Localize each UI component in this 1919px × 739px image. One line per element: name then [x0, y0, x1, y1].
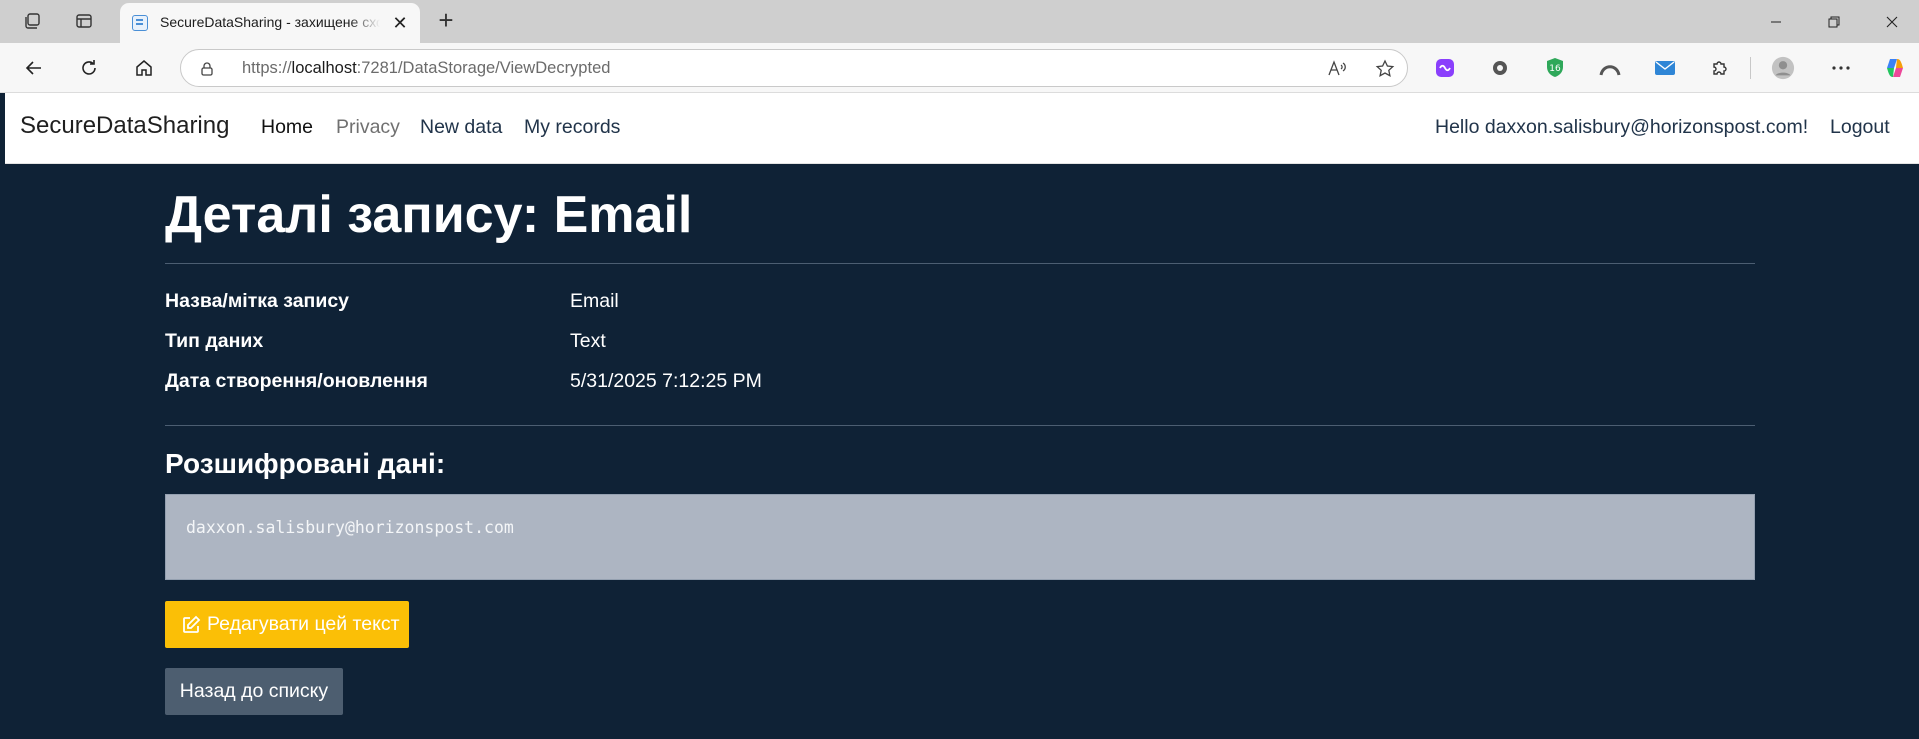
restore-button[interactable] — [1811, 0, 1857, 43]
extension-mail-icon[interactable] — [1653, 56, 1677, 80]
address-bar[interactable]: https://localhost:7281/DataStorage/ViewD… — [180, 49, 1408, 87]
label-created-updated: Дата створення/оновлення — [165, 370, 428, 392]
read-aloud-icon[interactable] — [1327, 58, 1349, 80]
site-info-lock-icon[interactable] — [196, 58, 218, 80]
workspaces-icon[interactable] — [21, 10, 43, 32]
logout-link[interactable]: Logout — [1830, 116, 1890, 139]
back-arrow-icon[interactable] — [22, 56, 46, 80]
copilot-icon[interactable] — [1883, 56, 1907, 80]
url-scheme: https:// — [242, 59, 292, 77]
nav-home[interactable]: Home — [261, 116, 313, 139]
tab-title: SecureDataSharing - захищене сховище — [160, 14, 380, 30]
extension-shield-badge-icon[interactable]: 16 — [1543, 56, 1567, 80]
page-title: Деталі запису: Email — [165, 185, 692, 245]
extensions-puzzle-icon[interactable] — [1708, 56, 1732, 80]
nav-privacy[interactable]: Privacy — [336, 116, 400, 139]
edit-text-button-label: Редагувати цей текст — [207, 613, 400, 635]
reload-icon[interactable] — [77, 56, 101, 80]
home-icon[interactable] — [132, 56, 156, 80]
value-record-name: Email — [570, 290, 619, 312]
edit-pencil-icon — [183, 615, 201, 633]
favorite-star-icon[interactable] — [1374, 58, 1396, 80]
extension-badge-number: 16 — [1549, 64, 1561, 74]
label-data-type: Тип даних — [165, 330, 264, 352]
decrypted-heading: Розшифровані дані: — [165, 448, 446, 479]
browser-tab-strip: SecureDataSharing - захищене сховище ✕ + — [0, 0, 1919, 43]
toolbar-divider — [1750, 57, 1751, 79]
close-window-button[interactable] — [1869, 0, 1915, 43]
extension-arc-icon[interactable] — [1598, 56, 1622, 80]
decrypted-data-box: daxxon.salisbury@horizonspost.com — [165, 494, 1755, 580]
more-options-icon[interactable] — [1829, 56, 1853, 80]
url-path: :7281/DataStorage/ViewDecrypted — [356, 59, 611, 77]
divider — [165, 425, 1755, 426]
decrypted-data-text: daxxon.salisbury@horizonspost.com — [186, 518, 514, 537]
new-tab-button[interactable]: + — [433, 7, 459, 34]
nav-my-records[interactable]: My records — [524, 116, 620, 139]
page-title-label: Деталі запису: — [165, 186, 540, 244]
minimize-button[interactable] — [1753, 0, 1799, 43]
close-tab-icon[interactable]: ✕ — [390, 13, 410, 33]
extension-settings-icon[interactable] — [1488, 56, 1512, 80]
divider — [165, 263, 1755, 264]
nav-new-data[interactable]: New data — [420, 116, 502, 139]
browser-toolbar: https://localhost:7281/DataStorage/ViewD… — [0, 43, 1919, 93]
profile-avatar-icon[interactable] — [1771, 56, 1795, 80]
edit-text-button[interactable]: Редагувати цей текст — [165, 601, 409, 648]
page-title-record-name: Email — [553, 186, 693, 244]
url-host: localhost — [291, 59, 357, 77]
user-greeting[interactable]: Hello daxxon.salisbury@horizonspost.com! — [1435, 116, 1808, 139]
active-tab[interactable]: SecureDataSharing - захищене сховище ✕ — [120, 3, 420, 43]
site-navbar: SecureDataSharing Home Privacy New data … — [5, 93, 1919, 164]
brand-link[interactable]: SecureDataSharing — [20, 112, 229, 140]
value-created-updated: 5/31/2025 7:12:25 PM — [570, 370, 762, 392]
site-favicon-icon — [132, 15, 148, 31]
value-data-type: Text — [570, 330, 606, 352]
vertical-tabs-icon[interactable] — [73, 10, 95, 32]
url-text[interactable]: https://localhost:7281/DataStorage/ViewD… — [242, 59, 610, 78]
label-record-name: Назва/мітка запису — [165, 290, 350, 312]
back-to-list-button[interactable]: Назад до списку — [165, 668, 343, 715]
extension-purple-icon[interactable] — [1433, 56, 1457, 80]
